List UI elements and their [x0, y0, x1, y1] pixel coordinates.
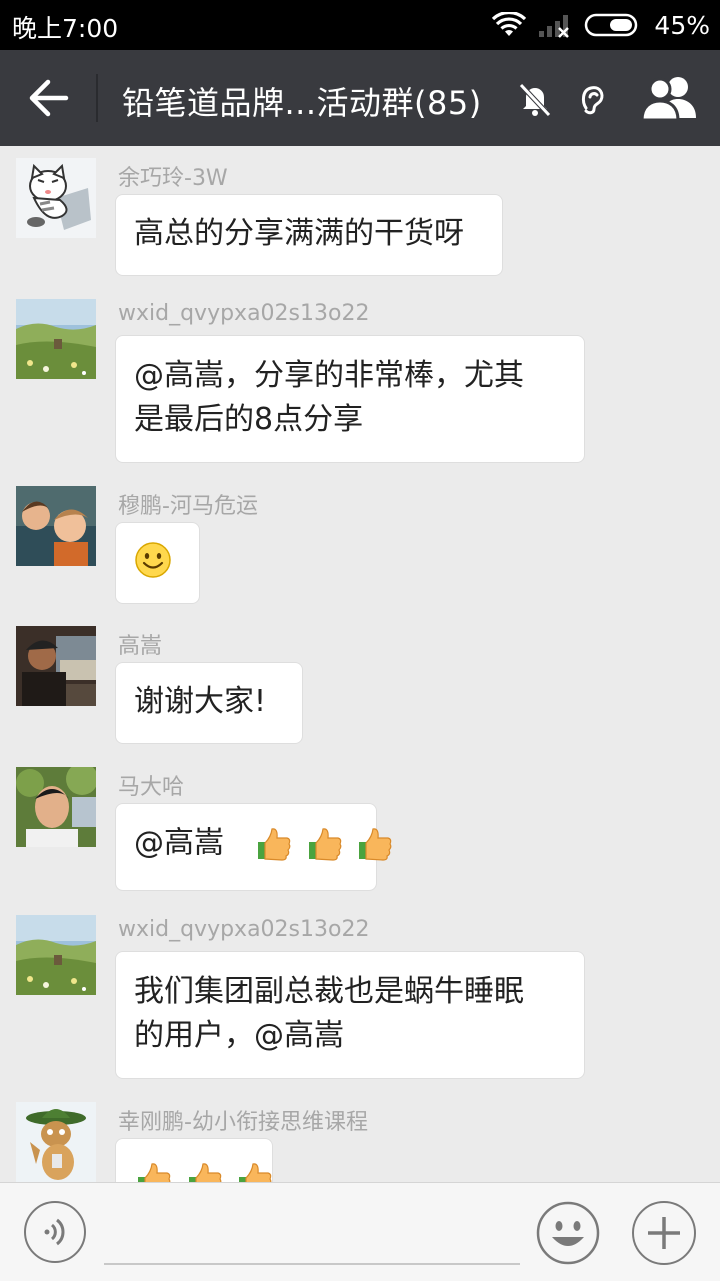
more-options-button[interactable] [632, 1201, 696, 1265]
thumbs-up-emoji [308, 827, 342, 861]
landscape-avatar[interactable] [16, 915, 96, 995]
battery-percent: 45% [654, 10, 710, 40]
sender-name: 穆鹏-河马危运 [118, 494, 258, 519]
group-title: 铅笔道品牌...活动群(85) [122, 84, 482, 122]
signal-icon [539, 15, 570, 38]
message-bubble[interactable]: 谢谢大家! [115, 662, 303, 744]
landscape-avatar[interactable] [16, 299, 96, 379]
message-bubble[interactable]: 高总的分享满满的干货呀 [115, 194, 503, 276]
chat-message-list[interactable]: 余巧玲-3W 高总的分享满满的干货呀 wxid_qvypxa02s13o22 @… [0, 146, 720, 1182]
chat-input-bar [0, 1182, 720, 1281]
thumbs-up-emoji [239, 1162, 272, 1182]
wifi-icon [492, 12, 527, 36]
earpiece-mode-icon [581, 86, 604, 115]
battery-icon [585, 13, 638, 37]
message-text-line: @高嵩，分享的非常棒，尤其 [134, 358, 524, 393]
thumbs-up-emoji [359, 827, 392, 861]
sender-name: wxid_qvypxa02s13o22 [118, 917, 370, 942]
sender-name: 幸刚鹏-幼小衔接思维课程 [118, 1110, 368, 1135]
emoji-button[interactable] [536, 1201, 600, 1265]
message-bubble[interactable] [115, 1138, 273, 1182]
status-bar: 晚上7:00 45% [0, 0, 720, 50]
group-members-icon[interactable] [640, 74, 702, 122]
kids-photo-avatar[interactable] [16, 486, 96, 566]
plus-icon [648, 1217, 680, 1249]
man-portrait-avatar[interactable] [16, 767, 96, 847]
message-bubble[interactable]: @高嵩，分享的非常棒，尤其 是最后的8点分享 [115, 335, 585, 463]
message-text: @高嵩 [134, 825, 224, 861]
message-text-line: 的用户，@高嵩 [134, 1018, 344, 1053]
sender-name: wxid_qvypxa02s13o22 [118, 301, 370, 326]
message-bubble[interactable] [115, 522, 200, 604]
thumbs-up-emoji [188, 1162, 221, 1182]
man-photo-avatar[interactable] [16, 626, 96, 706]
status-time: 晚上7:00 [12, 14, 119, 43]
chat-header: 铅笔道品牌...活动群(85) [0, 50, 720, 146]
cartoon-scout-avatar[interactable] [16, 1102, 96, 1182]
thumbs-up-emoji [138, 1162, 171, 1182]
message-text: 高总的分享满满的干货呀 [134, 216, 464, 251]
voice-icon [44, 1218, 65, 1246]
message-text-line: 我们集团副总裁也是蜗牛睡眠 [134, 974, 524, 1009]
message-bubble[interactable]: @高嵩 [115, 803, 392, 891]
sender-name: 马大哈 [118, 775, 185, 800]
smile-emoji [135, 542, 171, 578]
sender-name: 高嵩 [118, 634, 163, 659]
message-text: 谢谢大家! [134, 684, 267, 719]
cat-avatar[interactable] [16, 158, 96, 238]
voice-input-button[interactable] [24, 1201, 86, 1263]
message-text-line: 是最后的8点分享 [134, 402, 364, 437]
header-divider [96, 74, 98, 122]
back-arrow-icon[interactable] [26, 78, 70, 118]
message-input[interactable] [104, 1263, 520, 1265]
sender-name: 余巧玲-3W [118, 166, 228, 191]
message-bubble[interactable]: 我们集团副总裁也是蜗牛睡眠 的用户，@高嵩 [115, 951, 585, 1079]
mute-bell-icon [519, 83, 551, 117]
thumbs-up-emoji [258, 827, 291, 861]
